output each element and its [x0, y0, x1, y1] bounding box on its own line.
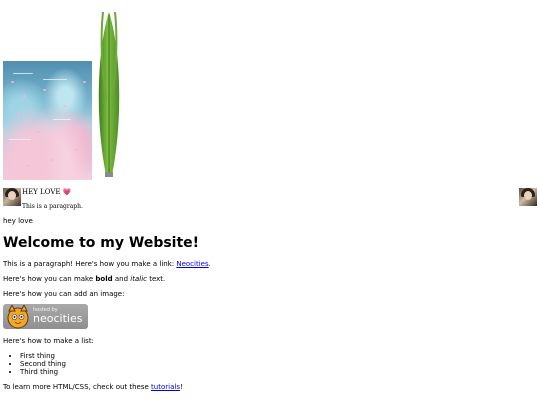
bold-word: bold — [95, 275, 113, 283]
avatar-right — [519, 188, 537, 206]
bold-italic-paragraph: Here's how you can make bold and italic … — [3, 275, 165, 284]
neocities-badge[interactable]: hosted by neocities — [3, 304, 88, 329]
link-paragraph: This is a paragraph! Here's how you make… — [3, 260, 211, 269]
bold-prefix: Here's how you can make — [3, 275, 96, 283]
list-item: Second thing — [20, 360, 66, 368]
bold-suffix: text. — [146, 275, 166, 283]
tutorials-link[interactable]: tutorials — [151, 383, 180, 391]
badge-neocities-text: neocities — [33, 312, 83, 325]
hey-love-heading: HEY LOVE 💗 — [22, 188, 71, 197]
example-list: First thing Second thing Third thing — [3, 352, 66, 376]
italic-word: italic — [130, 275, 147, 283]
avatar-left — [3, 188, 21, 206]
learn-prefix: To learn more HTML/CSS, check out these — [3, 383, 152, 391]
page-title: Welcome to my Website! — [3, 235, 200, 251]
link-paragraph-prefix: This is a paragraph! Here's how you make… — [3, 260, 177, 268]
hey-love-text: HEY LOVE — [22, 188, 61, 196]
sakura-water-image — [3, 61, 92, 180]
leaf-image — [98, 11, 120, 177]
list-item: Third thing — [20, 368, 66, 376]
bold-mid: and — [112, 275, 131, 283]
heart-icon: 💗 — [62, 188, 72, 196]
image-paragraph: Here's how you can add an image: — [3, 290, 125, 298]
learn-more-paragraph: To learn more HTML/CSS, check out these … — [3, 383, 183, 392]
list-paragraph: Here's how to make a list: — [3, 337, 94, 345]
list-item: First thing — [20, 352, 66, 360]
small-paragraph: This is a paragraph. — [22, 203, 83, 210]
neocities-link[interactable]: Neocities — [176, 260, 208, 268]
learn-suffix: ! — [179, 383, 183, 391]
neocities-cat-icon — [7, 305, 29, 329]
link-paragraph-suffix: . — [208, 260, 211, 268]
hey-love-lower: hey love — [3, 217, 33, 225]
